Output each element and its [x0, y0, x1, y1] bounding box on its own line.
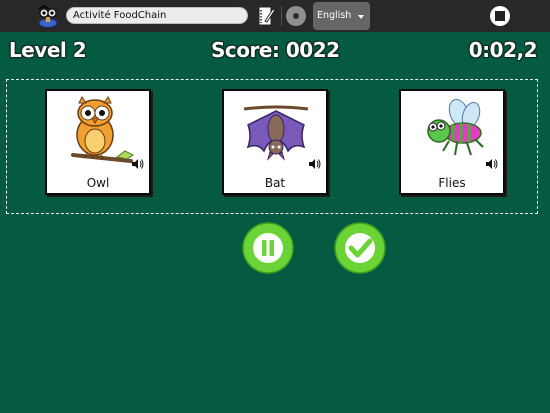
- pause-icon: [242, 222, 294, 274]
- pause-button[interactable]: [242, 222, 294, 274]
- checkmark-icon: [334, 222, 386, 274]
- card-owl[interactable]: Owl: [45, 89, 151, 195]
- activity-icon[interactable]: [36, 4, 62, 28]
- timer-display: 0:02,2: [468, 38, 538, 62]
- speaker-icon[interactable]: [308, 155, 321, 169]
- level-indicator: Level 2: [9, 38, 87, 62]
- language-label: English: [317, 10, 352, 21]
- speaker-icon[interactable]: [131, 155, 144, 169]
- card-bat[interactable]: Bat: [222, 89, 328, 195]
- language-select[interactable]: English: [313, 2, 370, 30]
- speaker-icon[interactable]: [485, 155, 498, 169]
- chevron-down-icon: [358, 15, 364, 19]
- record-icon[interactable]: [286, 6, 306, 26]
- journal-icon[interactable]: [256, 5, 276, 27]
- stop-icon[interactable]: [489, 5, 511, 27]
- card-label: Bat: [264, 176, 286, 190]
- card-label: Flies: [438, 176, 466, 190]
- validate-button[interactable]: [334, 222, 386, 274]
- toolbar-separator: [281, 6, 282, 26]
- card-flies[interactable]: Flies: [399, 89, 505, 195]
- toolbar: Activité FoodChain English: [0, 0, 550, 32]
- activity-title-field[interactable]: Activité FoodChain: [66, 7, 248, 24]
- score-display: Score: 0022: [211, 38, 340, 62]
- card-label: Owl: [86, 176, 110, 190]
